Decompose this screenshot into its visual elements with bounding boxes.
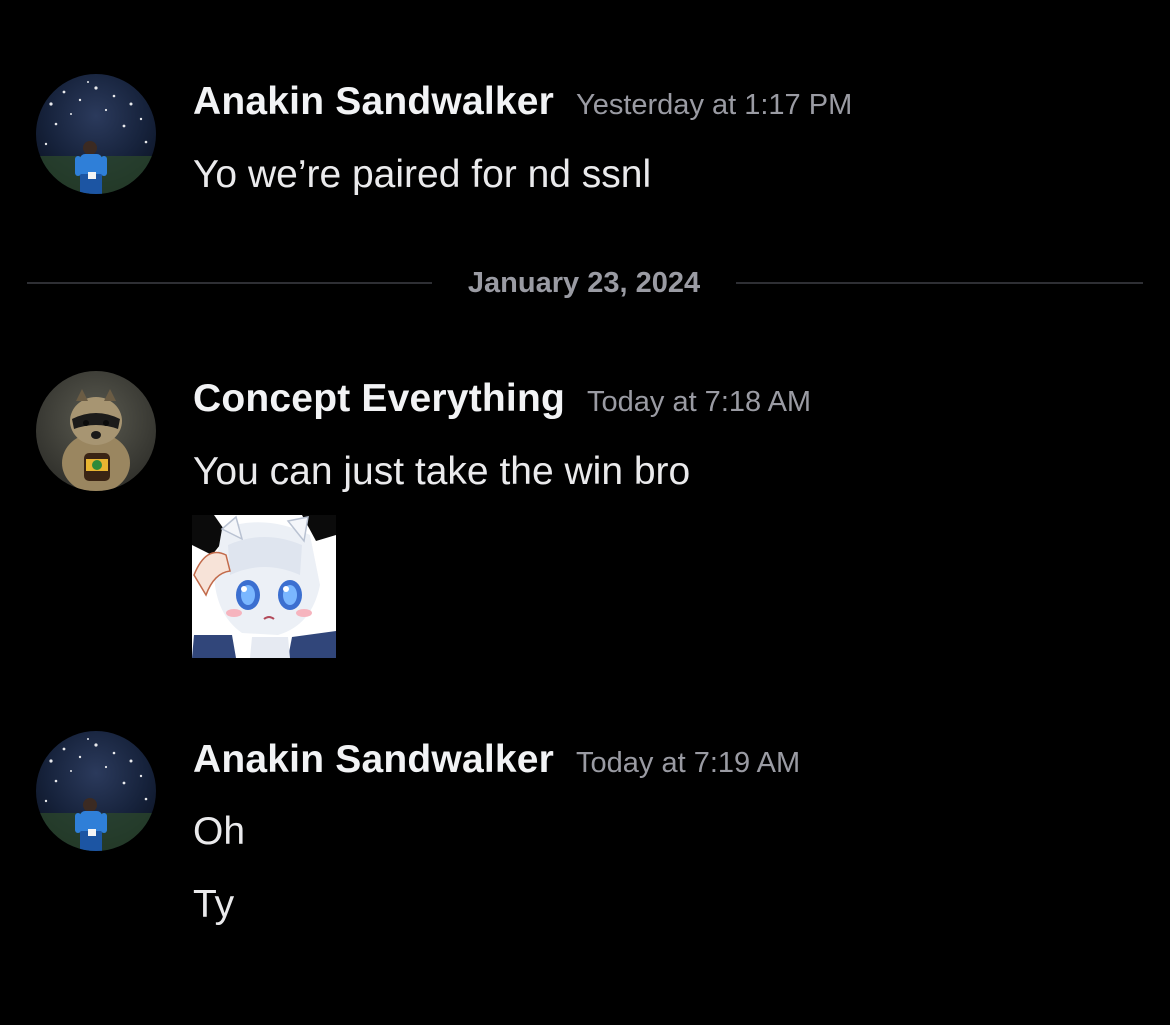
anime-salute-sticker-icon <box>192 515 336 658</box>
cricket-player-avatar[interactable] <box>36 731 156 851</box>
message-timestamp: Yesterday at 1:17 PM <box>576 89 853 121</box>
cricket-player-avatar-icon <box>36 731 156 851</box>
anime-salute-sticker[interactable] <box>192 515 336 658</box>
message-text: Ty <box>193 883 235 926</box>
message-timestamp: Today at 7:19 AM <box>576 747 801 779</box>
raccoon-avatar[interactable] <box>36 371 156 491</box>
message-timestamp: Today at 7:18 AM <box>587 386 812 418</box>
date-divider: January 23, 2024 <box>27 266 1143 300</box>
cricket-player-avatar-icon <box>36 74 156 194</box>
divider-line <box>27 282 432 284</box>
date-divider-label: January 23, 2024 <box>467 267 701 299</box>
message-text: Yo we’re paired for nd ssnl <box>193 153 652 196</box>
message-text: You can just take the win bro <box>193 450 691 493</box>
message-author[interactable]: Anakin Sandwalker <box>193 80 554 123</box>
divider-line <box>736 282 1143 284</box>
message-text: Oh <box>193 810 246 853</box>
raccoon-avatar-icon <box>36 371 156 491</box>
message-author[interactable]: Anakin Sandwalker <box>193 738 554 781</box>
message-author[interactable]: Concept Everything <box>193 377 565 420</box>
cricket-player-avatar[interactable] <box>36 74 156 194</box>
